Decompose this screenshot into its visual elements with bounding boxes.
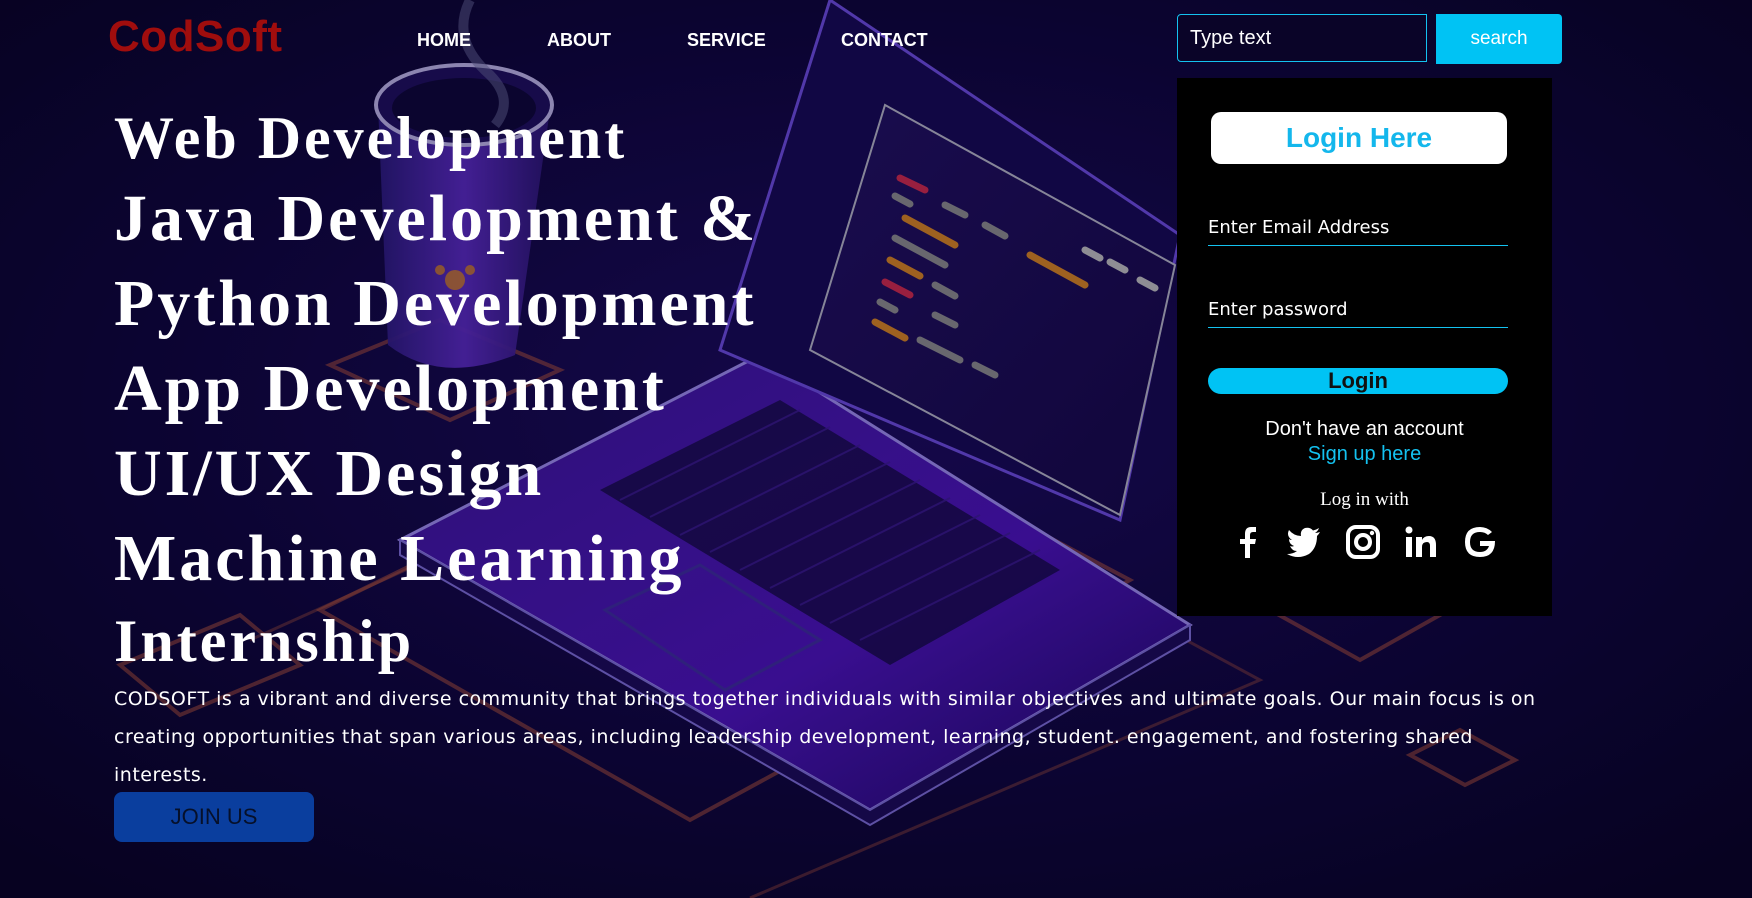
- hero-line-python-development: Python Development: [114, 267, 757, 340]
- hero-line-machine-learning: Machine Learning: [114, 522, 685, 595]
- hero-description: CODSOFT is a vibrant and diverse communi…: [114, 688, 1536, 786]
- join-us-button[interactable]: JOIN US: [114, 792, 314, 842]
- logo: CodSoft: [108, 12, 283, 61]
- search-input[interactable]: [1177, 14, 1427, 62]
- hero-line-ui-ux-design: UI/UX Design: [114, 437, 545, 510]
- email-field[interactable]: [1208, 210, 1508, 246]
- login-button[interactable]: Login: [1208, 368, 1508, 394]
- hero-line-internship: Internship: [114, 608, 415, 674]
- instagram-icon[interactable]: [1345, 524, 1381, 560]
- hero-line-app-development: App Development: [114, 352, 667, 425]
- hero-headline: Web Development Java Development & Pytho…: [114, 100, 758, 681]
- hero-line-web-development: Web Development: [114, 105, 628, 171]
- search-button[interactable]: search: [1436, 14, 1562, 64]
- nav-contact[interactable]: CONTACT: [841, 30, 928, 51]
- facebook-icon[interactable]: [1230, 524, 1266, 560]
- no-account-text: Don't have an account: [1265, 418, 1464, 440]
- login-panel: Login Here Login Don't have an account S…: [1177, 78, 1552, 616]
- linkedin-icon[interactable]: [1403, 524, 1439, 560]
- social-login-icons: [1230, 524, 1510, 564]
- password-field[interactable]: [1208, 292, 1508, 328]
- twitter-icon[interactable]: [1286, 524, 1322, 560]
- hero-line-java-development: Java Development &: [114, 182, 759, 255]
- signup-link[interactable]: Sign up here: [1177, 443, 1552, 466]
- google-icon[interactable]: [1462, 524, 1498, 560]
- nav-service[interactable]: SERVICE: [687, 30, 766, 51]
- nav-about[interactable]: ABOUT: [547, 30, 611, 51]
- nav-home[interactable]: HOME: [417, 30, 471, 51]
- login-here-button[interactable]: Login Here: [1211, 112, 1507, 164]
- login-with-label: Log in with: [1320, 489, 1409, 510]
